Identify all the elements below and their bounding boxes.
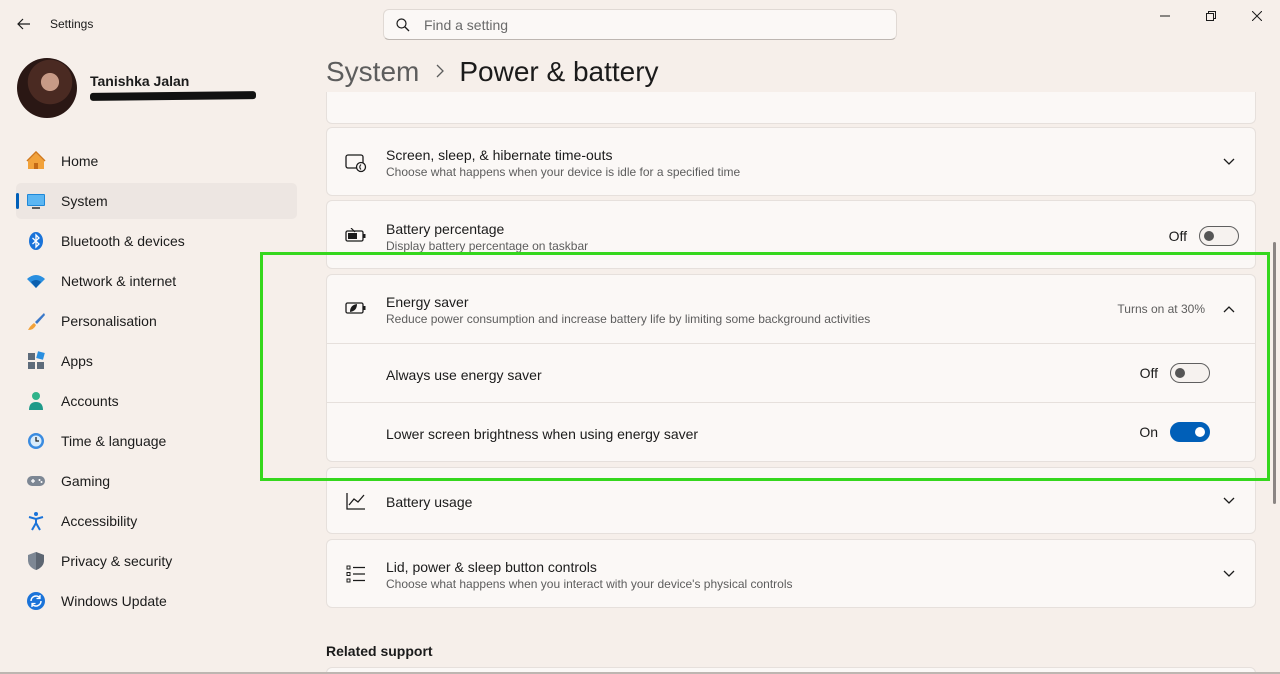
search-icon bbox=[396, 17, 412, 33]
chevron-down-icon[interactable] bbox=[1221, 154, 1237, 170]
battery-percentage-icon bbox=[345, 225, 367, 247]
battery-percentage-toggle-group: Off bbox=[1169, 226, 1239, 246]
highlight-box bbox=[260, 252, 1270, 481]
gaming-icon bbox=[26, 471, 46, 491]
battery-usage-title: Battery usage bbox=[386, 494, 473, 510]
update-icon bbox=[26, 591, 46, 611]
sidebar-item-network[interactable]: Network & internet bbox=[16, 263, 297, 299]
accessibility-icon bbox=[26, 511, 46, 531]
home-icon bbox=[26, 151, 46, 171]
time-language-icon bbox=[26, 431, 46, 451]
apps-icon bbox=[26, 351, 46, 371]
active-indicator bbox=[16, 193, 19, 209]
lid-power-subtitle: Choose what happens when you interact wi… bbox=[386, 577, 793, 591]
restore-button[interactable] bbox=[1188, 0, 1234, 32]
chart-line-icon bbox=[345, 490, 367, 512]
close-button[interactable] bbox=[1234, 0, 1280, 32]
sidebar-item-personalisation[interactable]: Personalisation bbox=[16, 303, 297, 339]
search-input[interactable] bbox=[424, 16, 864, 33]
profile-name: Tanishka Jalan bbox=[90, 73, 190, 89]
avatar bbox=[17, 58, 77, 118]
title-bar: Settings bbox=[0, 0, 1280, 48]
sidebar-item-apps[interactable]: Apps bbox=[16, 343, 297, 379]
scrolled-card-stub bbox=[326, 92, 1256, 124]
sidebar-item-gaming[interactable]: Gaming bbox=[16, 463, 297, 499]
toggle-knob bbox=[1204, 231, 1214, 241]
restore-icon bbox=[1206, 11, 1216, 21]
battery-percentage-subtitle: Display battery percentage on taskbar bbox=[386, 239, 589, 253]
lid-power-card[interactable]: Lid, power & sleep button controls Choos… bbox=[326, 539, 1256, 608]
battery-percentage-title: Battery percentage bbox=[386, 221, 505, 237]
screen-sleep-icon bbox=[345, 152, 367, 174]
chevron-down-icon[interactable] bbox=[1221, 566, 1237, 582]
lid-power-title: Lid, power & sleep button controls bbox=[386, 559, 597, 575]
back-button[interactable] bbox=[10, 12, 38, 36]
minimize-button[interactable] bbox=[1142, 0, 1188, 32]
breadcrumb-parent[interactable]: System bbox=[326, 56, 419, 88]
sidebar-item-accounts[interactable]: Accounts bbox=[16, 383, 297, 419]
bluetooth-icon bbox=[26, 231, 46, 251]
brush-icon bbox=[26, 311, 46, 331]
sidebar-item-time-language[interactable]: Time & language bbox=[16, 423, 297, 459]
battery-percentage-state: Off bbox=[1168, 228, 1187, 244]
page-title: Power & battery bbox=[459, 56, 659, 87]
screen-sleep-title: Screen, sleep, & hibernate time-outs bbox=[386, 147, 613, 163]
sidebar-item-bluetooth[interactable]: Bluetooth & devices bbox=[16, 223, 297, 259]
battery-percentage-toggle[interactable] bbox=[1199, 226, 1239, 246]
sidebar-item-home[interactable]: Home bbox=[16, 143, 297, 179]
sidebar-item-windows-update[interactable]: Windows Update bbox=[16, 583, 297, 619]
list-settings-icon bbox=[345, 563, 367, 585]
shield-icon bbox=[26, 551, 46, 571]
sidebar-item-privacy-security[interactable]: Privacy & security bbox=[16, 543, 297, 579]
scrollbar[interactable] bbox=[1273, 242, 1276, 504]
breadcrumb: System Power & battery bbox=[326, 56, 659, 88]
system-icon bbox=[26, 191, 46, 211]
minimize-icon bbox=[1160, 15, 1170, 17]
back-arrow-icon bbox=[17, 18, 30, 30]
screen-sleep-card[interactable]: Screen, sleep, & hibernate time-outs Cho… bbox=[326, 127, 1256, 196]
user-profile[interactable]: Tanishka Jalan bbox=[17, 58, 297, 120]
window-controls bbox=[1142, 0, 1280, 32]
sidebar-nav: Home System Bluetooth & devices Network … bbox=[16, 143, 297, 623]
app-title: Settings bbox=[50, 17, 94, 31]
screen-sleep-subtitle: Choose what happens when your device is … bbox=[386, 165, 741, 179]
related-support-heading: Related support bbox=[326, 643, 433, 659]
search-box[interactable] bbox=[383, 9, 897, 40]
sidebar-item-accessibility[interactable]: Accessibility bbox=[16, 503, 297, 539]
accounts-icon bbox=[26, 391, 46, 411]
breadcrumb-chevron-icon bbox=[435, 62, 445, 83]
sidebar-item-system[interactable]: System bbox=[16, 183, 297, 219]
profile-email-redacted bbox=[89, 91, 257, 101]
chevron-down-icon[interactable] bbox=[1221, 493, 1237, 509]
network-icon bbox=[26, 271, 46, 291]
close-icon bbox=[1252, 11, 1262, 21]
